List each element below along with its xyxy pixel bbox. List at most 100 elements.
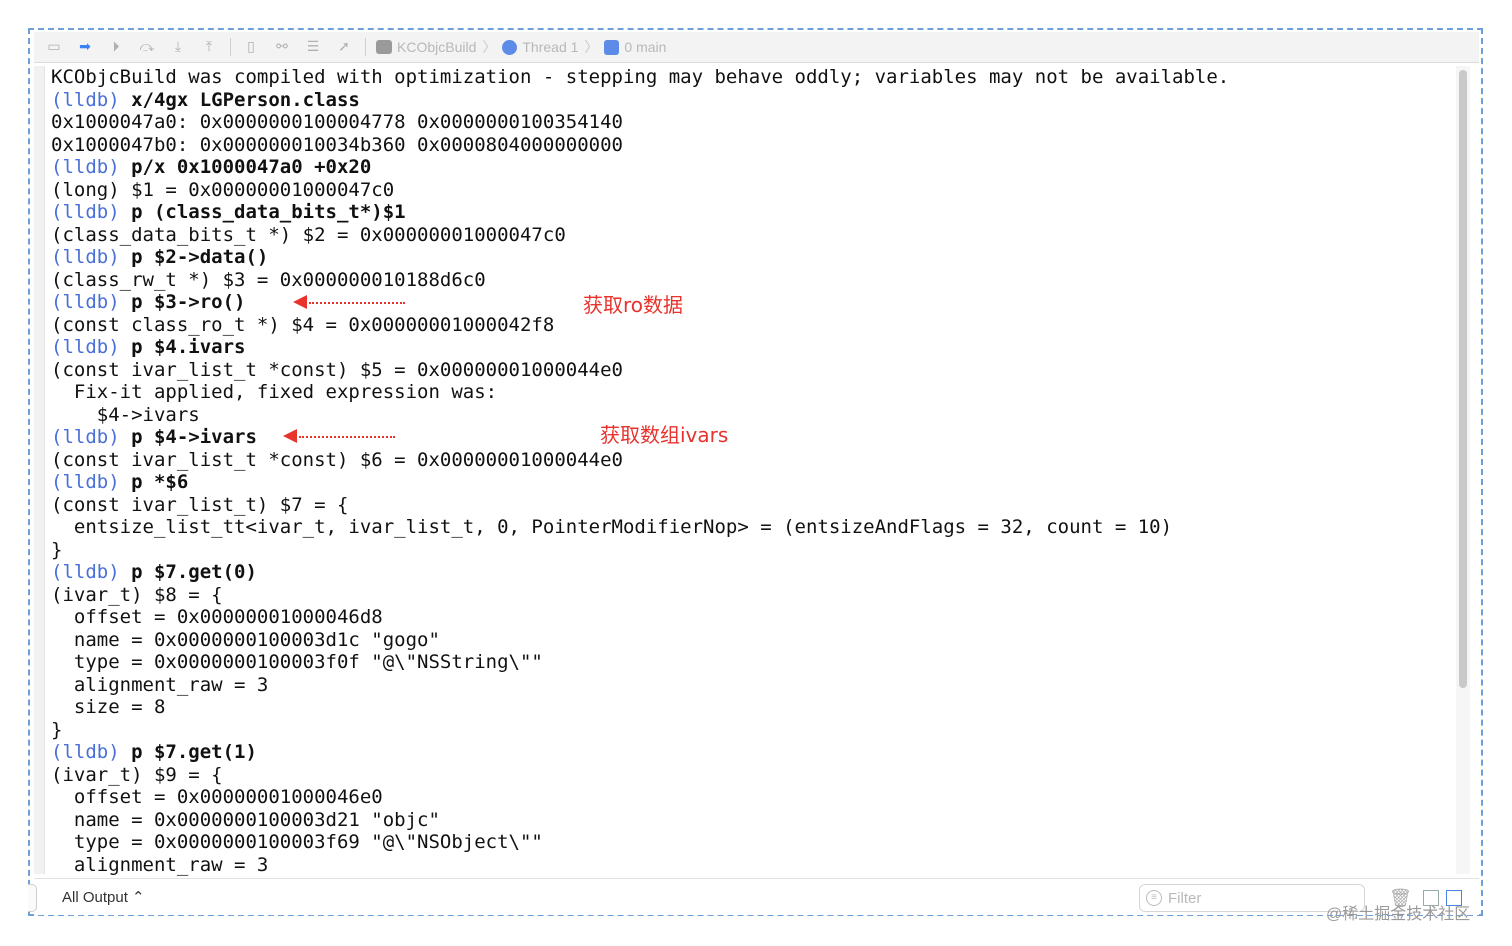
console-output-text: }: [51, 538, 63, 561]
lldb-command: p $7.get(0): [119, 561, 257, 583]
console-line: (long) $1 = 0x00000001000047c0: [51, 179, 1451, 202]
breakpoint-icon[interactable]: ➡: [74, 38, 96, 56]
console-line: $4->ivars: [51, 404, 1451, 427]
console-line: (lldb) p $2->data(): [51, 246, 1451, 269]
chevron-right-icon: 〉: [584, 39, 599, 55]
lldb-prompt: (lldb): [51, 336, 120, 358]
lldb-prompt: (lldb): [51, 291, 120, 313]
console-line: KCObjcBuild was compiled with optimizati…: [51, 66, 1451, 89]
console-output-text: type = 0x0000000100003f0f "@\"NSString\"…: [51, 651, 543, 673]
console-line: (class_data_bits_t *) $2 = 0x00000001000…: [51, 224, 1451, 247]
console-line: (lldb) p $3->ro(): [51, 291, 1451, 314]
panel-icon[interactable]: ▭: [43, 38, 65, 56]
console-output-text: name = 0x0000000100003d1c "gogo": [51, 628, 440, 651]
watermark: @稀土掘金技术社区: [1326, 906, 1471, 923]
console-line: offset = 0x00000001000046d8: [51, 606, 1451, 629]
lldb-prompt: (lldb): [51, 426, 120, 448]
console-line: (const ivar_list_t *const) $6 = 0x000000…: [51, 449, 1451, 472]
folder-icon: [376, 40, 392, 54]
console-line: Fix-it applied, fixed expression was:: [51, 381, 1451, 404]
console-line: }: [51, 539, 1451, 562]
console-line: (const class_ro_t *) $4 = 0x000000010000…: [51, 314, 1451, 337]
console-line: (const ivar_list_t *const) $5 = 0x000000…: [51, 359, 1451, 382]
view-hierarchy-icon[interactable]: ▯: [240, 38, 262, 56]
filter-placeholder: Filter: [1168, 889, 1202, 907]
lldb-prompt: (lldb): [51, 88, 120, 111]
annotation-arrow-ivars: [283, 429, 395, 443]
console-line: 0x1000047b0: 0x000000010034b360 0x000080…: [51, 134, 1451, 157]
console-output-text: entsize_list_tt<ivar_t, ivar_list_t, 0, …: [51, 516, 1173, 538]
lldb-prompt: (lldb): [51, 471, 120, 493]
console-gutter: [34, 66, 45, 874]
output-selector[interactable]: All Output ⌃: [62, 888, 145, 906]
breadcrumb-thread[interactable]: Thread 1: [522, 39, 578, 55]
console-line: 0x1000047a0: 0x0000000100004778 0x000000…: [51, 111, 1451, 134]
annotation-ivars: 获取数组ivars: [600, 423, 729, 447]
console-line: (lldb) p/x 0x1000047a0 +0x20: [51, 156, 1451, 179]
step-out-icon[interactable]: ⤒: [198, 38, 220, 56]
memory-graph-icon[interactable]: ⚯: [271, 38, 293, 56]
lldb-prompt: (lldb): [51, 201, 120, 223]
location-icon[interactable]: ➚: [333, 38, 355, 56]
console-output-text: (const class_ro_t *) $4 = 0x000000010000…: [51, 313, 555, 336]
console-output-text: 0x1000047a0: 0x0000000100004778 0x000000…: [51, 111, 623, 133]
thread-icon: [502, 39, 518, 55]
console-line: alignment_raw = 3: [51, 674, 1451, 697]
toolbar-divider: [230, 38, 231, 56]
console-output-text: offset = 0x00000001000046d8: [51, 606, 383, 628]
debug-console-output[interactable]: KCObjcBuild was compiled with optimizati…: [51, 66, 1451, 876]
breadcrumb-frame[interactable]: 0 main: [624, 39, 666, 55]
console-line: offset = 0x00000001000046e0: [51, 786, 1451, 809]
console-line: entsize_list_tt<ivar_t, ivar_list_t, 0, …: [51, 516, 1451, 539]
step-over-icon[interactable]: ⤼: [136, 38, 158, 56]
step-into-icon[interactable]: ⤓: [167, 38, 189, 56]
lldb-command: p $4->ivars: [119, 426, 257, 448]
console-line: (class_rw_t *) $3 = 0x000000010188d6c0: [51, 269, 1451, 292]
continue-icon[interactable]: ⏵: [105, 38, 127, 56]
console-line: (lldb) p $7.get(0): [51, 561, 1451, 584]
lldb-command: p/x 0x1000047a0 +0x20: [119, 156, 372, 178]
lldb-prompt: (lldb): [51, 156, 120, 178]
console-line: type = 0x0000000100003f0f "@\"NSString\"…: [51, 651, 1451, 674]
console-line: (ivar_t) $8 = {: [51, 584, 1451, 607]
breadcrumb: KCObjcBuild 〉 Thread 1 〉 0 main: [376, 37, 666, 57]
console-output-text: (long) $1 = 0x00000001000047c0: [51, 178, 395, 201]
console-output-text: (class_rw_t *) $3 = 0x000000010188d6c0: [51, 268, 486, 291]
lldb-prompt: (lldb): [51, 561, 120, 583]
console-output-text: (const ivar_list_t *const) $6 = 0x000000…: [51, 448, 623, 471]
lldb-command: p $2->data(): [119, 246, 269, 268]
console-output-text: Fix-it applied, fixed expression was:: [51, 381, 498, 403]
console-output-text: $4->ivars: [51, 403, 200, 426]
environment-icon[interactable]: ☰: [302, 38, 324, 56]
console-line: (lldb) x/4gx LGPerson.class: [51, 89, 1451, 112]
panel-edge-handle[interactable]: [28, 884, 37, 912]
debug-toolbar: ▭ ➡ ⏵ ⤼ ⤓ ⤒ ▯ ⚯ ☰ ➚ KCObjcBuild 〉 Thread…: [34, 32, 1479, 63]
console-line: name = 0x0000000100003d1c "gogo": [51, 629, 1451, 652]
scrollbar-thumb[interactable]: [1459, 70, 1467, 688]
console-line: (lldb) p $7.get(1): [51, 741, 1451, 764]
console-output-text: (const ivar_list_t *const) $5 = 0x000000…: [51, 358, 623, 381]
toolbar-divider: [365, 38, 366, 56]
console-output-text: name = 0x0000000100003d21 "objc": [51, 808, 440, 831]
console-output-text: (const ivar_list_t) $7 = {: [51, 493, 349, 516]
console-line: (lldb) p $4.ivars: [51, 336, 1451, 359]
filter-icon: ≡: [1146, 890, 1162, 906]
console-output-text: (class_data_bits_t *) $2 = 0x00000001000…: [51, 223, 566, 246]
annotation-arrow-ro: [293, 295, 405, 309]
console-line: (lldb) p *$6: [51, 471, 1451, 494]
console-line: (const ivar_list_t) $7 = {: [51, 494, 1451, 517]
console-output-text: }: [51, 718, 63, 741]
annotation-ro: 获取ro数据: [583, 293, 684, 317]
console-output-text: size = 8: [51, 696, 166, 718]
console-output-text: (ivar_t) $8 = {: [51, 583, 223, 606]
breadcrumb-target[interactable]: KCObjcBuild: [397, 39, 476, 55]
console-line: type = 0x0000000100003f69 "@\"NSObject\"…: [51, 831, 1451, 854]
lldb-prompt: (lldb): [51, 246, 120, 268]
console-output-text: alignment_raw = 3: [51, 673, 269, 696]
console-line: (ivar_t) $9 = {: [51, 764, 1451, 787]
lldb-command: p *$6: [119, 471, 189, 493]
console-output-text: 0x1000047b0: 0x000000010034b360 0x000080…: [51, 133, 623, 156]
lldb-prompt: (lldb): [51, 741, 120, 763]
frame-icon: [604, 39, 620, 55]
console-output-text: (ivar_t) $9 = {: [51, 763, 223, 786]
